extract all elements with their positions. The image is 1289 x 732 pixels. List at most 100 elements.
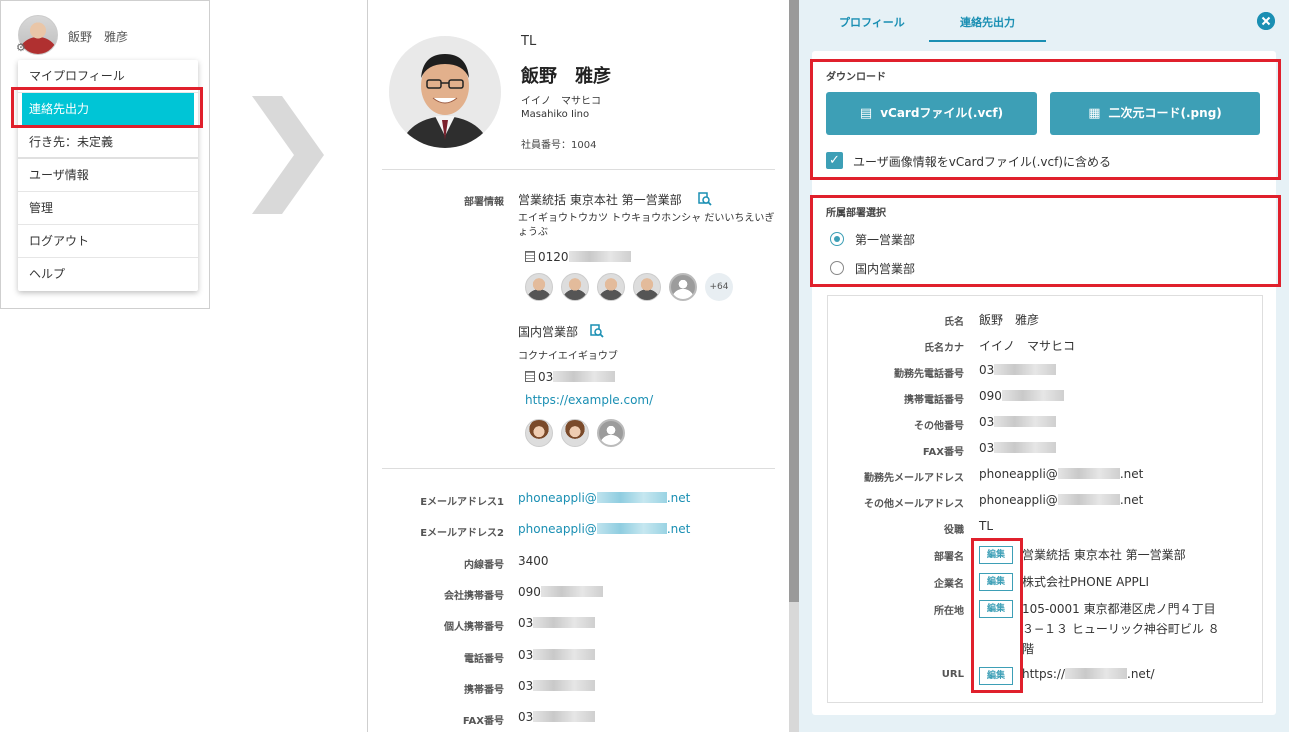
work-email-suffix: .net [1119, 467, 1144, 481]
profile-name: 飯野 雅彦 [521, 66, 611, 87]
profile-name-roman: Masahiko Iino [521, 109, 590, 120]
contact-label: 携帯番号 [464, 685, 504, 696]
dept1-phone[interactable]: 0120 [525, 250, 631, 264]
divider [382, 169, 775, 170]
field-url-value: https:// .net/ [1022, 667, 1155, 681]
tab-contact-export[interactable]: 連絡先出力 [960, 14, 1015, 30]
field-dept-value: 営業統括 東京本社 第一営業部 [1022, 548, 1186, 562]
contact-label: 電話番号 [464, 654, 504, 665]
settings-gear-icon: ⚙ [16, 41, 26, 54]
menu-item-logout[interactable]: ログアウト [18, 225, 198, 258]
profile-panel: TL 飯野 雅彦 イイノ マサヒコ Masahiko Iino 社員番号：100… [367, 0, 790, 732]
email2-link[interactable]: phoneappli@ .net [518, 522, 690, 536]
field-fax-value: 03 [979, 441, 1057, 455]
fax-value: 03 [518, 710, 596, 724]
edit-buttons-highlight-frame [971, 538, 1023, 693]
contact-label: Eメールアドレス2 [420, 528, 504, 539]
field-label: その他番号 [914, 421, 964, 432]
member-avatar[interactable] [561, 273, 589, 301]
contact-label: Eメールアドレス1 [420, 497, 504, 508]
chevron-right-icon [252, 96, 324, 214]
tab-profile[interactable]: プロフィール [839, 14, 905, 30]
field-label: 氏名 [944, 317, 964, 328]
email1-value: phoneappli@ [518, 491, 597, 505]
redacted-block [1065, 668, 1128, 679]
profile-employee-number: 社員番号：1004 [521, 140, 597, 151]
dept2-kana: コクナイエイギョウブ [518, 351, 618, 362]
dept-search-icon[interactable] [590, 324, 604, 338]
redacted-block [533, 649, 596, 660]
mobile-text: 090 [979, 389, 1002, 403]
close-icon[interactable] [1257, 12, 1275, 30]
company-mobile-text: 090 [518, 585, 541, 599]
fax-text: 03 [979, 441, 995, 455]
member-avatar-placeholder[interactable] [669, 273, 697, 301]
other-number-text: 03 [979, 415, 995, 429]
other-email-text: phoneappli@ [979, 493, 1058, 507]
profile-scrollbar-track[interactable] [789, 602, 799, 732]
mobile-text: 03 [518, 679, 534, 693]
redacted-block [540, 586, 603, 597]
field-work-phone-value: 03 [979, 363, 1057, 377]
field-label: 役職 [944, 525, 964, 536]
menu-header[interactable]: ⚙ 飯野 雅彦 [1, 1, 209, 61]
email2-suffix: .net [666, 522, 691, 536]
dept2-name: 国内営業部 [518, 325, 579, 339]
field-label: その他メールアドレス [864, 499, 964, 510]
redacted-block [596, 523, 667, 534]
field-company-value: 株式会社PHONE APPLI [1022, 575, 1149, 589]
more-members-badge[interactable]: +64 [705, 273, 733, 301]
field-mobile-value: 090 [979, 389, 1064, 403]
menu-item-user-info[interactable]: ユーザ情報 [18, 159, 198, 192]
member-avatar[interactable] [525, 273, 553, 301]
redacted-block [994, 416, 1057, 427]
phone-icon [525, 251, 535, 262]
member-avatar[interactable] [633, 273, 661, 301]
dept-select-highlight-frame [810, 195, 1281, 287]
member-avatar[interactable] [597, 273, 625, 301]
work-email-text: phoneappli@ [979, 467, 1058, 481]
dept-info-label: 部署情報 [464, 197, 504, 208]
email2-value: phoneappli@ [518, 522, 597, 536]
dept1-phone-value: 0120 [538, 250, 569, 264]
menu-item-destination[interactable]: 行き先：未定義 [18, 126, 198, 159]
field-work-email-value: phoneappli@ .net [979, 467, 1143, 481]
contact-label: 個人携帯番号 [444, 622, 504, 633]
menu-item-admin[interactable]: 管理 [18, 192, 198, 225]
dept2-phone[interactable]: 03 [525, 370, 616, 384]
field-address-line2: ３−１３ ヒューリック神谷町ビル ８ [1022, 622, 1220, 636]
contact-label: 内線番号 [464, 560, 504, 571]
redacted-block [1001, 390, 1064, 401]
download-highlight-frame [810, 59, 1281, 180]
member-avatar[interactable] [525, 419, 553, 447]
personal-mobile-value: 03 [518, 616, 596, 630]
profile-name-kana: イイノ マサヒコ [521, 96, 601, 107]
extension-value: 3400 [518, 554, 549, 568]
field-label: 氏名カナ [924, 343, 964, 354]
redacted-block [533, 711, 596, 722]
menu-user-name: 飯野 雅彦 [68, 30, 129, 44]
email1-link[interactable]: phoneappli@ .net [518, 491, 690, 505]
field-label: 企業名 [934, 579, 964, 590]
fax-text: 03 [518, 710, 534, 724]
phone-value: 03 [518, 648, 596, 662]
redacted-block [533, 680, 596, 691]
field-other-number-value: 03 [979, 415, 1057, 429]
url-text: https:// [1022, 667, 1066, 681]
member-avatar-placeholder[interactable] [597, 419, 625, 447]
menu-item-help[interactable]: ヘルプ [18, 258, 198, 291]
field-address-line3: 階 [1022, 642, 1035, 656]
dept-search-icon[interactable] [698, 192, 712, 206]
field-title-value: TL [979, 519, 994, 533]
contact-label: FAX番号 [462, 716, 504, 727]
profile-photo [389, 36, 501, 148]
dept1-kana: エイギョウトウカツ トウキョウホンシャ だいいちえいぎょうぶ [518, 213, 775, 238]
dept2-url-link[interactable]: https://example.com/ [525, 393, 653, 407]
personal-mobile-text: 03 [518, 616, 534, 630]
phone-text: 03 [518, 648, 534, 662]
profile-scrollbar-thumb[interactable] [789, 0, 799, 602]
redacted-block [596, 492, 667, 503]
user-menu-panel: ⚙ 飯野 雅彦 マイプロフィール 連絡先出力 行き先：未定義 ユーザ情報 管理 … [0, 0, 210, 309]
field-name-value: 飯野 雅彦 [979, 313, 1040, 327]
member-avatar[interactable] [561, 419, 589, 447]
